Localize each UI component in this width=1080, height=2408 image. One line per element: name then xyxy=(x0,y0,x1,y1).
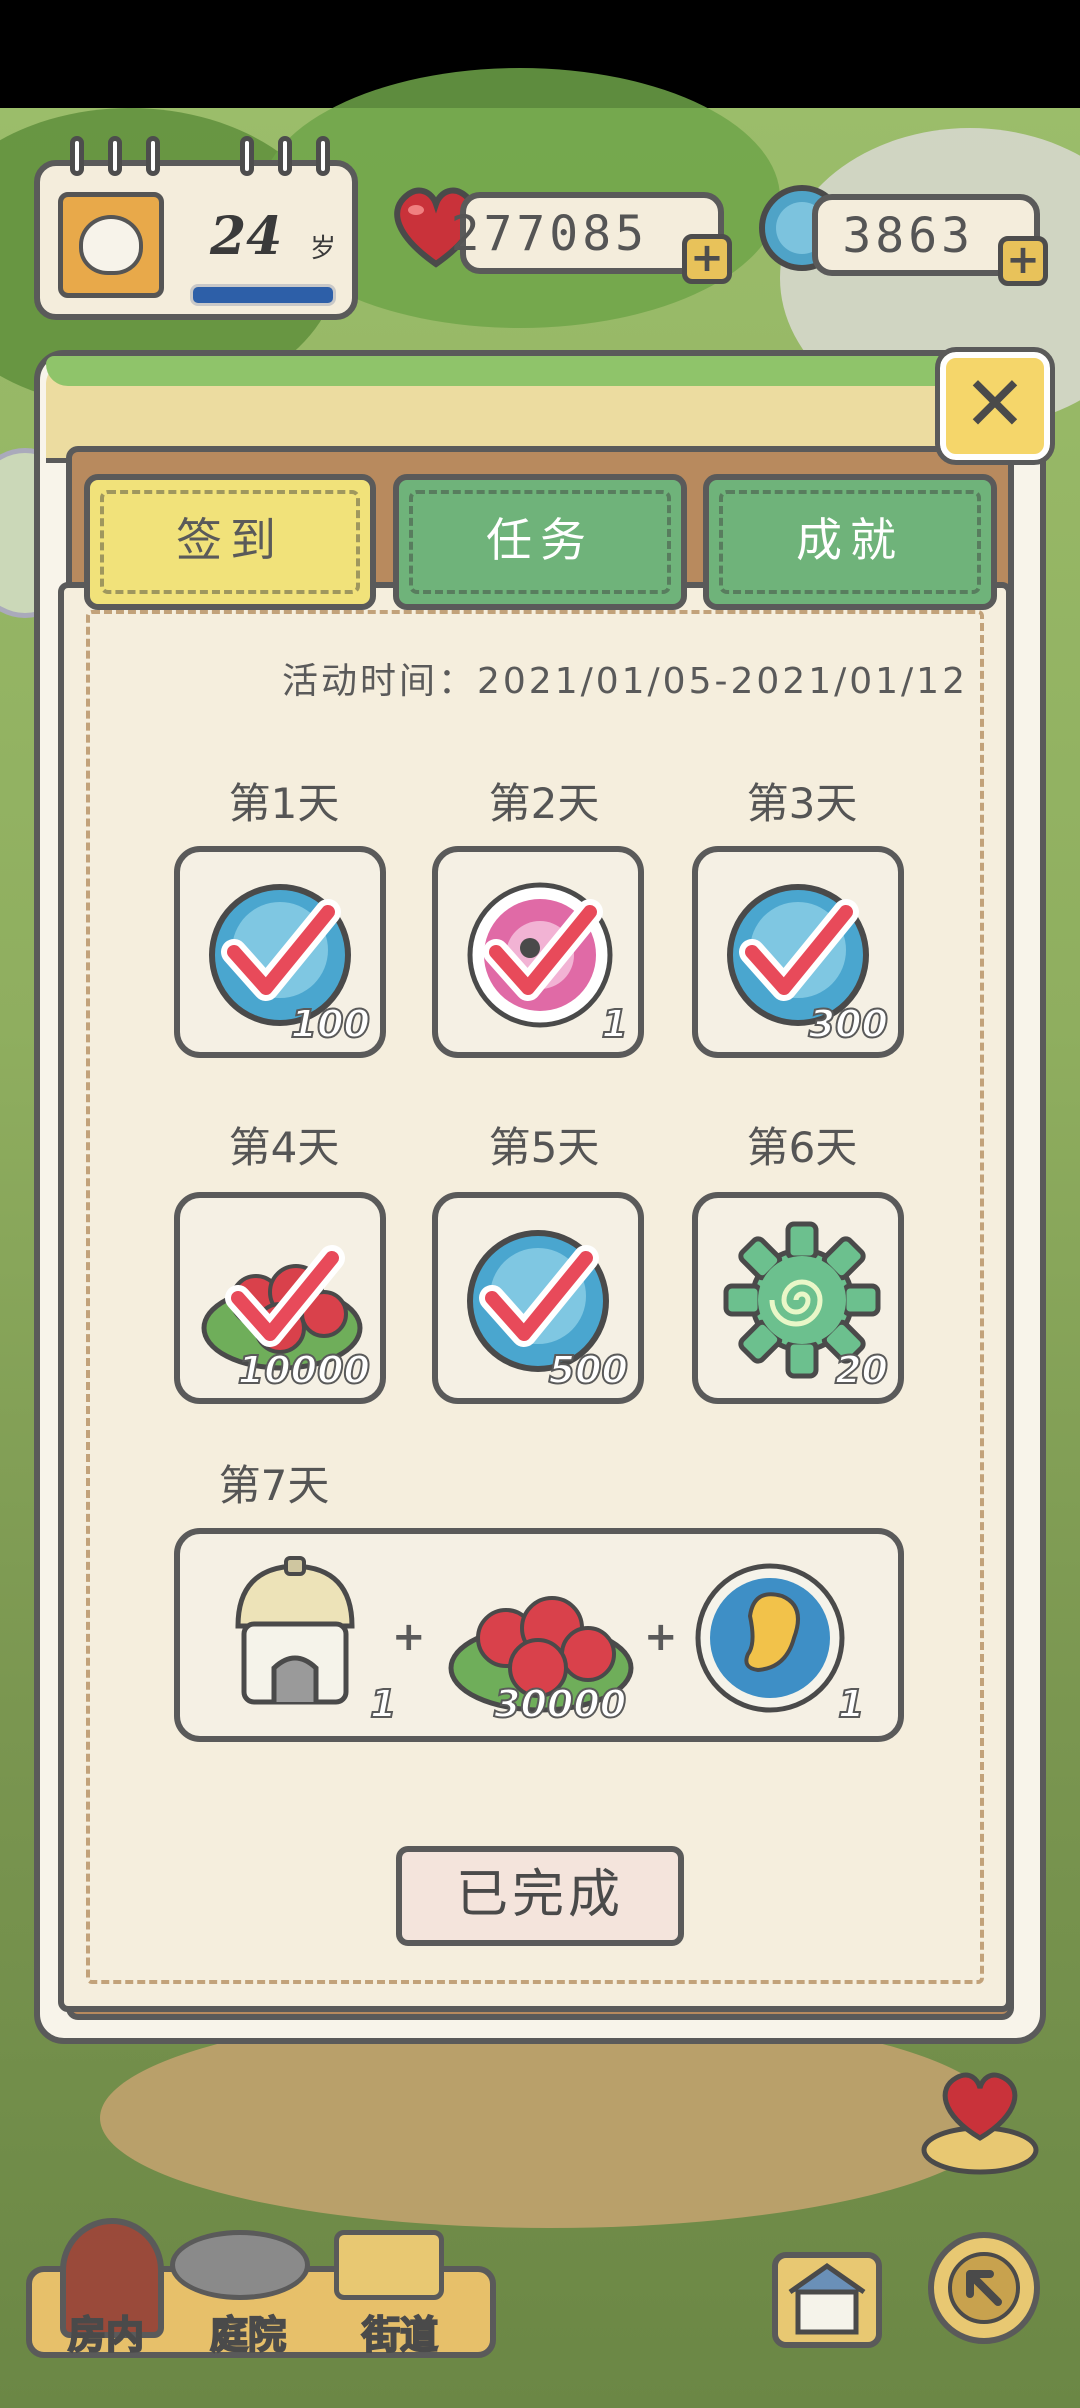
hearts-value: 277085 xyxy=(450,206,648,262)
nav-room[interactable]: 房内 xyxy=(67,2304,145,2359)
panel-grass xyxy=(46,356,1034,386)
frog-avatar xyxy=(58,192,164,298)
event-time: 活动时间：2021/01/05-2021/01/12 xyxy=(282,661,968,702)
reward-quantity: 300 xyxy=(808,1001,889,1047)
tab-tasks[interactable]: 任务 xyxy=(393,474,687,610)
ring xyxy=(316,136,330,176)
reward-quantity: 1 xyxy=(601,1001,629,1047)
day2-reward-slot[interactable]: 1 xyxy=(432,846,644,1058)
ring xyxy=(108,136,122,176)
age-calendar[interactable]: 24 岁 xyxy=(34,136,358,320)
heart-gift-button[interactable] xyxy=(918,2068,1042,2178)
day-label: 第1天 xyxy=(228,779,340,828)
street-sign-icon xyxy=(334,2230,444,2300)
age-progress-bar xyxy=(190,284,336,306)
age-unit: 岁 xyxy=(310,234,337,264)
caps-counter: 3863 + xyxy=(812,194,1048,286)
day6-reward-slot[interactable]: 20 xyxy=(692,1192,904,1404)
day4-reward-slot[interactable]: 10000 xyxy=(174,1192,386,1404)
arrow-up-left-icon xyxy=(948,2252,1020,2324)
garden-icon xyxy=(170,2230,310,2300)
day-label: 第6天 xyxy=(746,1123,858,1172)
reward-quantity: 500 xyxy=(548,1347,629,1393)
mushroom-house-icon xyxy=(235,1556,355,1705)
day-label: 第7天 xyxy=(218,1461,330,1510)
shop-button[interactable] xyxy=(772,2252,882,2348)
day-label: 第3天 xyxy=(746,779,858,828)
day5-reward-slot[interactable]: 500 xyxy=(432,1192,644,1404)
day3-reward-slot[interactable]: 300 xyxy=(692,846,904,1058)
caps-value: 3863 xyxy=(842,208,974,264)
ring xyxy=(146,136,160,176)
reward-quantity: 10000 xyxy=(237,1347,371,1393)
reward-quantity: 20 xyxy=(834,1347,889,1393)
reward-quantity: 30000 xyxy=(493,1681,627,1727)
nav-street[interactable]: 街道 xyxy=(361,2304,439,2359)
day-label: 第5天 xyxy=(488,1123,600,1172)
tab-signin[interactable]: 签到 xyxy=(84,474,376,610)
ring xyxy=(70,136,84,176)
reward-quantity: 100 xyxy=(290,1001,371,1047)
day-label: 第4天 xyxy=(228,1123,340,1172)
plus-separator: + xyxy=(392,1614,426,1660)
day1-reward-slot[interactable]: 100 xyxy=(174,846,386,1058)
tab-achievements[interactable]: 成就 xyxy=(703,474,997,610)
house-icon xyxy=(788,2262,866,2335)
hearts-counter: 277085 + xyxy=(451,192,732,284)
day-label: 第2天 xyxy=(488,779,600,828)
nav-garden[interactable]: 庭院 xyxy=(209,2304,287,2359)
ring xyxy=(278,136,292,176)
frog-egg-icon xyxy=(695,1563,845,1713)
reward-quantity: 1 xyxy=(837,1681,865,1727)
ring xyxy=(240,136,254,176)
close-button[interactable]: ✕ xyxy=(935,347,1055,465)
add-caps-button[interactable]: + xyxy=(998,236,1048,286)
age-value: 24 xyxy=(210,206,283,267)
completed-button[interactable]: 已完成 xyxy=(396,1846,684,1946)
heart-basket-icon xyxy=(921,2072,1039,2175)
back-button[interactable] xyxy=(928,2232,1040,2344)
plus-separator: + xyxy=(644,1614,678,1660)
reward-quantity: 1 xyxy=(369,1681,397,1727)
day7-reward-slot[interactable]: 1 + 30000 + 1 xyxy=(174,1528,904,1742)
add-hearts-button[interactable]: + xyxy=(682,234,732,284)
